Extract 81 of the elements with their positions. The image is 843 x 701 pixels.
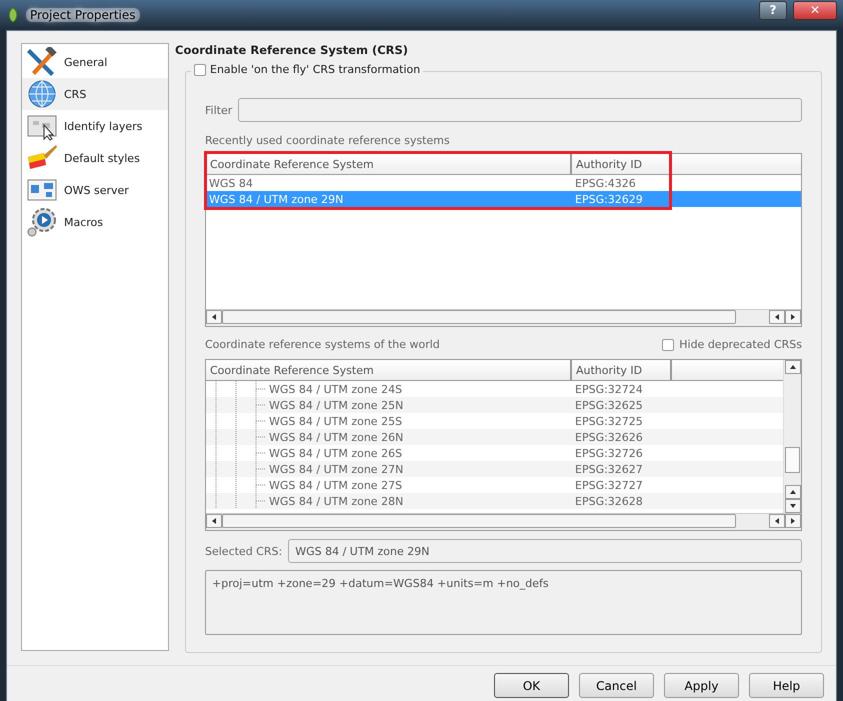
tree-row[interactable]: WGS 84 / UTM zone 26N EPSG:32626 bbox=[206, 429, 783, 446]
scroll-left-icon[interactable] bbox=[206, 514, 222, 528]
filter-field[interactable] bbox=[238, 98, 802, 122]
table-cell-text: WGS 84 / UTM zone 26S bbox=[268, 446, 404, 460]
scroll-up-icon[interactable] bbox=[784, 360, 800, 374]
sidebar-item[interactable]: CRS bbox=[22, 78, 168, 110]
table-cell-text: EPSG:32725 bbox=[574, 414, 644, 428]
filter-label: Filter bbox=[205, 104, 232, 116]
tree-row[interactable]: WGS 84 / UTM zone 24S EPSG:32724 bbox=[206, 381, 783, 398]
vertical-scrollbar[interactable] bbox=[783, 360, 801, 514]
table-cell-text: EPSG:4326 bbox=[574, 176, 637, 190]
column-header[interactable]: Coordinate Reference System bbox=[206, 360, 572, 380]
dialog-button[interactable]: Help bbox=[749, 673, 824, 698]
table-cell-text: WGS 84 / UTM zone 27N bbox=[268, 462, 404, 476]
table-cell-text: EPSG:32726 bbox=[574, 446, 644, 460]
gear-play-icon bbox=[26, 207, 58, 237]
section-label: Recently used coordinate reference systems bbox=[205, 134, 451, 147]
scroll-left-icon[interactable] bbox=[206, 310, 222, 324]
sidebar-item-label: Macros bbox=[64, 216, 104, 228]
sidebar-item[interactable]: OWS server bbox=[22, 174, 168, 206]
table-cell-text: EPSG:32627 bbox=[574, 462, 644, 476]
checkbox-label: Hide deprecated CRSs bbox=[679, 338, 802, 352]
horizontal-scrollbar[interactable] bbox=[206, 513, 801, 530]
scroll-up-icon[interactable] bbox=[784, 485, 800, 499]
scroll-right-icon[interactable] bbox=[785, 310, 801, 324]
checkbox[interactable] bbox=[662, 338, 674, 351]
sidebar-item[interactable]: Default styles bbox=[22, 142, 168, 174]
dialog-button[interactable]: OK bbox=[494, 673, 569, 698]
table-cell-text: WGS 84 / UTM zone 24S bbox=[268, 382, 404, 396]
hammer-wrench-icon bbox=[26, 47, 58, 77]
table-cell-text: EPSG:32625 bbox=[574, 398, 644, 412]
horizontal-scrollbar[interactable] bbox=[206, 308, 801, 326]
tree-row[interactable]: WGS 84 / UTM zone 27S EPSG:32727 bbox=[206, 477, 783, 494]
globe-icon bbox=[26, 79, 58, 109]
table-cell-text: WGS 84 bbox=[208, 176, 254, 190]
app-icon bbox=[6, 7, 20, 23]
table-cell-text: WGS 84 / UTM zone 25N bbox=[268, 398, 404, 412]
tree-row[interactable]: WGS 84 / UTM zone 28N EPSG:32628 bbox=[206, 493, 783, 510]
section-label: Coordinate reference systems of the world bbox=[205, 338, 440, 352]
sidebar-item-label: OWS server bbox=[64, 184, 129, 196]
sidebar-item-label: Default styles bbox=[64, 152, 140, 164]
table-cell-text: WGS 84 / UTM zone 29N bbox=[208, 192, 344, 206]
table-cell-text: EPSG:32724 bbox=[574, 382, 644, 396]
checkbox[interactable] bbox=[194, 64, 206, 76]
sidebar-item-label: CRS bbox=[64, 88, 86, 100]
column-header[interactable]: Authority ID bbox=[572, 360, 672, 380]
scroll-left-icon[interactable] bbox=[769, 514, 785, 528]
checkbox-label: Enable 'on the fly' CRS transformation bbox=[210, 63, 420, 76]
column-header[interactable]: Coordinate Reference System bbox=[206, 154, 572, 174]
sidebar-item-label: General bbox=[64, 56, 108, 68]
scroll-left-icon[interactable] bbox=[769, 310, 785, 324]
close-button[interactable]: ✕ bbox=[793, 0, 837, 20]
scrollbar-thumb[interactable] bbox=[785, 446, 800, 473]
section-heading: Coordinate Reference System (CRS) bbox=[175, 43, 410, 57]
table-cell-text: WGS 84 / UTM zone 26N bbox=[268, 430, 404, 444]
table-cell-text: EPSG:32727 bbox=[574, 478, 644, 492]
table-cell-text: EPSG:32628 bbox=[574, 494, 644, 508]
dialog-button[interactable]: Apply bbox=[664, 673, 739, 698]
scroll-right-icon[interactable] bbox=[785, 514, 801, 528]
table-cell-text: EPSG:32629 bbox=[574, 192, 644, 206]
tree-row[interactable]: WGS 84 / UTM zone 27N EPSG:32627 bbox=[206, 461, 783, 478]
table-cell-text: WGS 84 / UTM zone 28N bbox=[268, 494, 404, 508]
tree-row[interactable]: WGS 84 / UTM zone 25N EPSG:32625 bbox=[206, 397, 783, 414]
tree-row[interactable]: WGS 84 / UTM zone 26S EPSG:32726 bbox=[206, 445, 783, 462]
scroll-down-icon[interactable] bbox=[784, 499, 800, 513]
sidebar-item[interactable]: Macros bbox=[22, 206, 168, 238]
scrollbar-thumb[interactable] bbox=[222, 514, 736, 528]
table-row[interactable]: WGS 84 EPSG:4326 bbox=[206, 175, 801, 191]
proj-definition-box: +proj=utm +zone=29 +datum=WGS84 +units=m +no_defs bbox=[205, 570, 802, 635]
sidebar-item-label: Identify layers bbox=[64, 120, 142, 132]
selected-crs-field[interactable]: WGS 84 / UTM zone 29N bbox=[288, 539, 802, 564]
tree-row[interactable]: WGS 84 / UTM zone 25S EPSG:32725 bbox=[206, 413, 783, 430]
table-cell-text: WGS 84 / UTM zone 25S bbox=[268, 414, 404, 428]
scrollbar-thumb[interactable] bbox=[222, 310, 736, 324]
table-cell-text: WGS 84 / UTM zone 27S bbox=[268, 478, 404, 492]
sidebar-item[interactable]: General bbox=[22, 46, 168, 78]
table-cell-text: EPSG:32626 bbox=[574, 430, 644, 444]
selected-crs-label: Selected CRS: bbox=[205, 544, 282, 558]
column-header[interactable]: Authority ID bbox=[572, 154, 672, 174]
dialog-button[interactable]: Cancel bbox=[579, 673, 654, 698]
sidebar-item[interactable]: Identify layers bbox=[22, 110, 168, 142]
